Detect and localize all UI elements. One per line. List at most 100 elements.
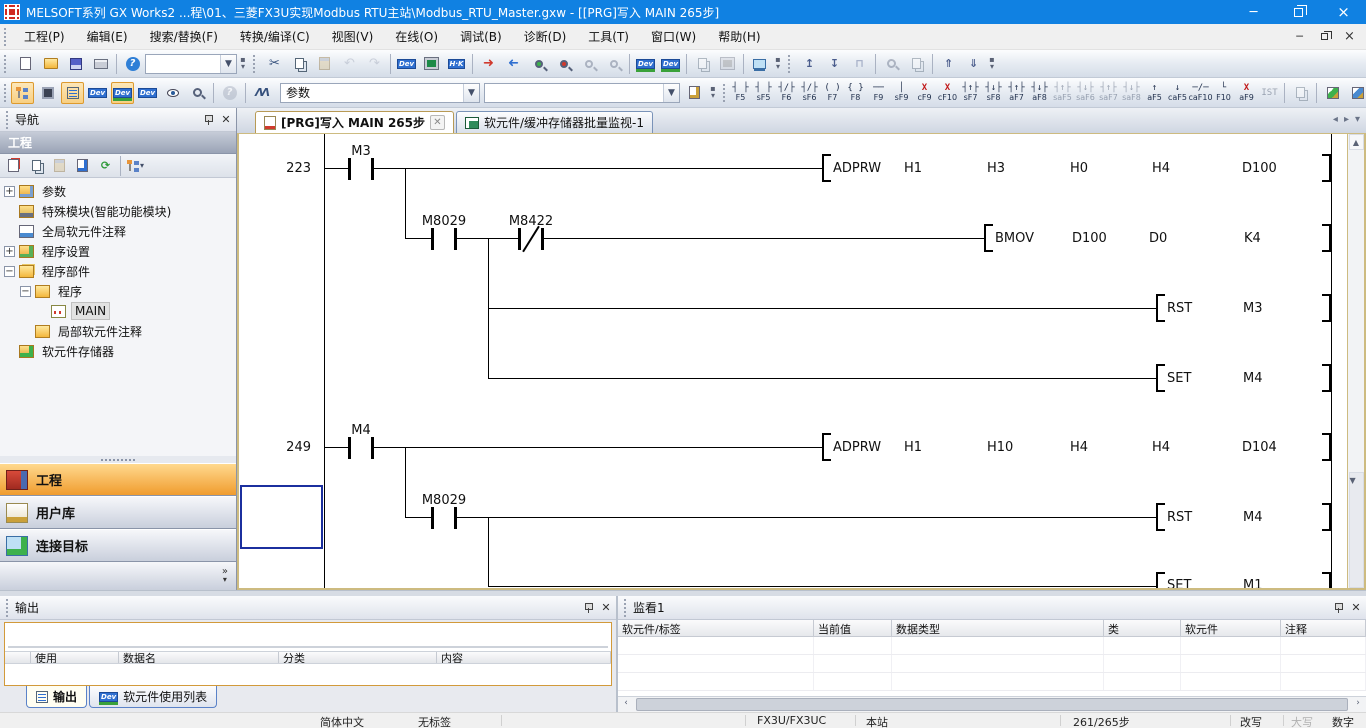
find-binoculars-button[interactable]: ΛΛ xyxy=(250,82,273,104)
trace-read-button[interactable] xyxy=(880,53,903,75)
ladder-symbol-button[interactable]: ── F9 xyxy=(867,80,890,106)
quick-find-combo[interactable]: ▼ xyxy=(145,54,237,74)
ladder-symbol-button[interactable]: ┤↑├ sF7 xyxy=(959,80,982,106)
mdi-minimize-button[interactable]: ─ xyxy=(1289,28,1310,46)
nav-refresh-button[interactable]: ⟳ xyxy=(95,156,116,176)
menu-item[interactable]: 转换/编译(C) xyxy=(229,26,321,48)
menu-item[interactable]: 调试(B) xyxy=(449,26,513,48)
tab-list-dropdown-icon[interactable]: ▾ xyxy=(1355,114,1360,125)
monitor-stop-button[interactable] xyxy=(552,53,575,75)
sampling-trace-stop-button[interactable]: ↧ xyxy=(823,53,846,75)
scroll-right-icon[interactable]: › xyxy=(1350,698,1366,711)
mdi-restore-button[interactable] xyxy=(1314,28,1335,46)
watch-table-body[interactable] xyxy=(618,637,1366,696)
instruction-name[interactable]: SET xyxy=(1167,578,1191,588)
tree-expander-icon[interactable] xyxy=(4,226,15,237)
ladder-symbol-button[interactable]: ┤↓├ saF8 xyxy=(1120,80,1143,106)
nav-sort-dropdown[interactable]: ▾ xyxy=(125,156,146,176)
tab-scroll-left-icon[interactable]: ◂ xyxy=(1333,114,1338,125)
toolbar-overflow-button-3[interactable]: ▪▾ xyxy=(986,53,998,75)
tab-scroll-right-icon[interactable]: ▸ xyxy=(1344,114,1349,125)
read-from-plc-button[interactable]: ➜ xyxy=(502,53,525,75)
editor-vertical-scrollbar[interactable]: ▲ ▼ xyxy=(1347,134,1364,588)
instruction-operand[interactable]: M1 xyxy=(1243,578,1263,588)
tree-expander-icon[interactable] xyxy=(4,346,15,357)
ladder-symbol-button[interactable]: ┤↑├ aF7 xyxy=(1005,80,1028,106)
pin-icon[interactable] xyxy=(201,113,215,127)
instruction-operand[interactable]: H3 xyxy=(987,161,1005,176)
contact-nc[interactable] xyxy=(518,228,544,250)
ladder-symbol-button[interactable]: IST xyxy=(1258,80,1281,106)
scroll-down-icon[interactable]: ▼ xyxy=(1349,472,1364,588)
tree-expander-icon[interactable]: + xyxy=(4,246,15,257)
instruction-operand[interactable]: H0 xyxy=(1070,161,1088,176)
instruction-operand[interactable]: D0 xyxy=(1149,231,1167,246)
nav-paste-button[interactable] xyxy=(49,156,70,176)
device-display-mode-dropdown[interactable] xyxy=(161,82,184,104)
ladder-symbol-button[interactable]: ┤↓├ sF8 xyxy=(982,80,1005,106)
save-project-button[interactable] xyxy=(64,53,87,75)
instruction-name[interactable]: BMOV xyxy=(995,231,1034,246)
watch-column-header[interactable]: 注释 xyxy=(1281,620,1366,636)
toolbar-overflow-button[interactable]: ▪▾ xyxy=(237,53,249,75)
undo-button[interactable]: ↶ xyxy=(338,53,361,75)
nav-splitter-handle[interactable] xyxy=(0,456,236,463)
find-in-document-button[interactable] xyxy=(683,82,706,104)
toolbar-overflow-button-2[interactable]: ▪▾ xyxy=(772,53,784,75)
ladder-symbol-button[interactable]: ─/─ caF10 xyxy=(1189,80,1212,106)
forced-off-button[interactable]: ⇓ xyxy=(962,53,985,75)
instruction-operand[interactable]: M4 xyxy=(1243,510,1263,525)
print-button[interactable] xyxy=(89,53,112,75)
nav-tree-item[interactable]: − 程序部件 xyxy=(0,261,236,281)
nav-tree-item[interactable]: MAIN xyxy=(0,301,236,321)
tree-expander-icon[interactable]: − xyxy=(4,266,15,277)
menu-item[interactable]: 编辑(E) xyxy=(76,26,139,48)
ladder-symbol-button[interactable]: ┤↓├ saF6 xyxy=(1074,80,1097,106)
ladder-symbol-button[interactable]: X aF9 xyxy=(1235,80,1258,106)
cut-button[interactable]: ✂ xyxy=(263,53,286,75)
ladder-symbol-button[interactable]: ┤/├ sF6 xyxy=(798,80,821,106)
contact-no[interactable] xyxy=(348,437,374,459)
ladder-symbol-button[interactable]: ┤↓├ aF8 xyxy=(1028,80,1051,106)
tab-device-buffer-monitor[interactable]: 软元件/缓冲存储器批量监视-1 xyxy=(456,111,653,133)
instruction-operand[interactable]: H4 xyxy=(1070,440,1088,455)
menu-item[interactable]: 帮助(H) xyxy=(707,26,771,48)
scrollbar-thumb[interactable] xyxy=(636,698,1348,711)
ladder-symbol-button[interactable]: │ sF9 xyxy=(890,80,913,106)
ladder-symbol-button[interactable]: ↓ caF5 xyxy=(1166,80,1189,106)
tab-device-usage-list[interactable]: Dev 软元件使用列表 xyxy=(89,686,217,708)
instruction-operand[interactable]: M3 xyxy=(1243,301,1263,316)
instruction-operand[interactable]: D100 xyxy=(1072,231,1107,246)
device-comment-display-button[interactable]: Dev xyxy=(86,82,109,104)
device-display-grid-button[interactable]: Dev xyxy=(111,82,134,104)
ladder-monitor-button[interactable] xyxy=(420,53,443,75)
device-batch-monitor-button[interactable]: Dev xyxy=(634,53,657,75)
tab-output[interactable]: 输出 xyxy=(26,686,87,708)
instruction-operand[interactable]: H10 xyxy=(987,440,1013,455)
ladder-symbol-button[interactable]: X cF10 xyxy=(936,80,959,106)
nav-copy-button[interactable] xyxy=(26,156,47,176)
context-help-button[interactable]: ? xyxy=(218,82,241,104)
instruction-operand[interactable]: D100 xyxy=(1242,161,1277,176)
monitor-resume-button[interactable] xyxy=(602,53,625,75)
tab-main-program[interactable]: [PRG]写入 MAIN 265步 ✕ xyxy=(255,111,454,133)
trace-settings-button[interactable]: ⊓ xyxy=(848,53,871,75)
window-close-button[interactable]: × xyxy=(1321,0,1366,24)
nav-tree-item[interactable]: 局部软元件注释 xyxy=(0,321,236,341)
transfer-setup-button[interactable] xyxy=(748,53,771,75)
watch-column-header[interactable]: 类 xyxy=(1104,620,1181,636)
mdi-close-button[interactable]: × xyxy=(1339,28,1360,46)
nav-property-button[interactable] xyxy=(72,156,93,176)
contact-no[interactable] xyxy=(431,507,457,529)
find-text-combo[interactable]: ▼ xyxy=(484,83,680,103)
ladder-symbol-button[interactable]: ┤ ├ sF5 xyxy=(752,80,775,106)
nav-tree-item[interactable]: − 程序 xyxy=(0,281,236,301)
paste-button[interactable] xyxy=(313,53,336,75)
nav-tree-item[interactable]: 软元件存储器 xyxy=(0,341,236,361)
instruction-operand[interactable]: H1 xyxy=(904,440,922,455)
toolbar-overflow-button-4[interactable]: ▪▾ xyxy=(707,82,719,104)
tree-expander-icon[interactable]: − xyxy=(20,286,31,297)
tree-expander-icon[interactable] xyxy=(20,326,31,337)
nav-view-button[interactable]: 用户库 xyxy=(0,496,236,529)
ladder-symbol-button[interactable]: ┤↑├ saF5 xyxy=(1051,80,1074,106)
